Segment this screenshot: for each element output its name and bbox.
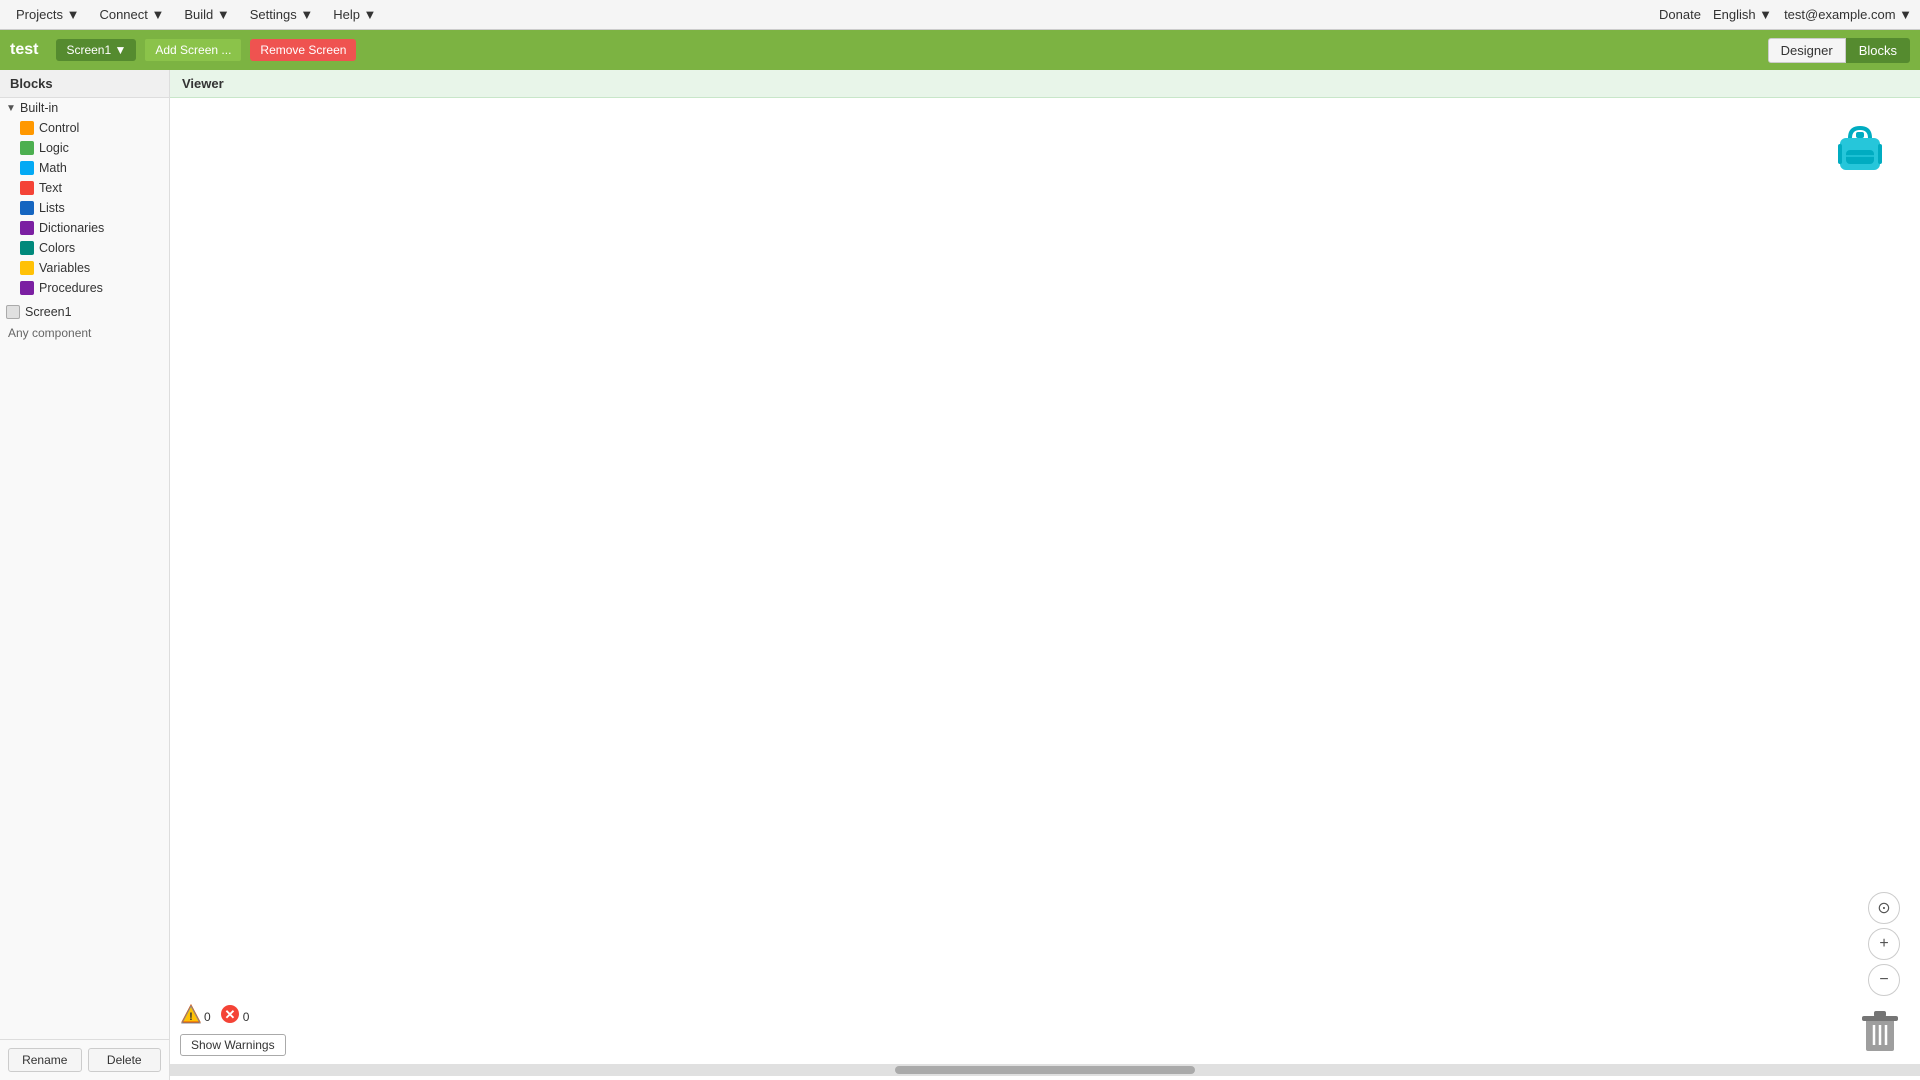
view-toggle: Designer Blocks [1768,38,1910,63]
viewer-area: Viewer [170,70,1920,1080]
zoom-in-button[interactable]: + [1868,928,1900,960]
svg-text:✕: ✕ [224,1007,235,1022]
warning-triangle-icon: ! [180,1003,202,1030]
scrollbar-thumb[interactable] [895,1066,1195,1074]
math-icon [20,161,34,175]
control-label: Control [39,121,79,135]
variables-icon [20,261,34,275]
lists-label: Lists [39,201,65,215]
sidebar-item-screen1[interactable]: Screen1 [0,302,169,322]
math-label: Math [39,161,67,175]
dictionaries-label: Dictionaries [39,221,104,235]
sidebar-item-procedures[interactable]: Procedures [0,278,169,298]
control-icon [20,121,34,135]
recenter-button[interactable]: ⊙ [1868,892,1900,924]
sidebar-item-lists[interactable]: Lists [0,198,169,218]
procedures-label: Procedures [39,281,103,295]
rename-button[interactable]: Rename [8,1048,82,1072]
sidebar-item-logic[interactable]: Logic [0,138,169,158]
title-bar: test Screen1 ▼ Add Screen ... Remove Scr… [0,30,1920,70]
show-warnings-button[interactable]: Show Warnings [180,1034,286,1056]
colors-icon [20,241,34,255]
main-layout: Blocks ▼ Built-in Control Logic Math Tex… [0,70,1920,1080]
error-circle-icon: ✕ [219,1003,241,1030]
text-icon [20,181,34,195]
lists-icon [20,201,34,215]
svg-text:!: ! [189,1011,193,1023]
trash-button[interactable] [1860,1008,1900,1056]
colors-label: Colors [39,241,75,255]
warning-count: 0 [204,1010,211,1024]
warning-bar: ! 0 ✕ 0 [180,1003,286,1056]
viewer-content: ⊙ + − [170,98,1920,1076]
text-label: Text [39,181,62,195]
error-item: ✕ 0 [219,1003,250,1030]
sidebar-item-math[interactable]: Math [0,158,169,178]
remove-screen-button[interactable]: Remove Screen [250,39,356,61]
help-menu[interactable]: Help ▼ [325,3,384,26]
sidebar-item-control[interactable]: Control [0,118,169,138]
built-in-group[interactable]: ▼ Built-in [0,98,169,118]
app-title: test [10,41,38,59]
settings-menu[interactable]: Settings ▼ [242,3,321,26]
sidebar-header: Blocks [0,70,169,98]
sidebar-item-dictionaries[interactable]: Dictionaries [0,218,169,238]
procedures-icon [20,281,34,295]
dictionaries-icon [20,221,34,235]
delete-button[interactable]: Delete [88,1048,162,1072]
sidebar-item-variables[interactable]: Variables [0,258,169,278]
logic-label: Logic [39,141,69,155]
screen1-icon [6,305,20,319]
sidebar-item-text[interactable]: Text [0,178,169,198]
variables-label: Variables [39,261,90,275]
horizontal-scrollbar[interactable] [170,1064,1920,1076]
add-screen-button[interactable]: Add Screen ... [144,38,242,62]
projects-menu[interactable]: Projects ▼ [8,3,87,26]
built-in-label: Built-in [20,101,58,115]
sidebar-item-colors[interactable]: Colors [0,238,169,258]
screen1-label: Screen1 [25,305,72,319]
warning-item: ! 0 [180,1003,211,1030]
screen-selector[interactable]: Screen1 ▼ [56,39,136,61]
connect-menu[interactable]: Connect ▼ [91,3,172,26]
backpack-icon [1830,118,1890,178]
error-count: 0 [243,1010,250,1024]
sidebar: Blocks ▼ Built-in Control Logic Math Tex… [0,70,170,1080]
any-component-label: Any component [0,322,169,344]
zoom-out-button[interactable]: − [1868,964,1900,996]
collapse-icon: ▼ [4,101,18,115]
menu-right: Donate English ▼ test@example.com ▼ [1659,7,1912,22]
warning-icons: ! 0 ✕ 0 [180,1003,249,1030]
donate-link[interactable]: Donate [1659,7,1701,22]
logic-icon [20,141,34,155]
blocks-button[interactable]: Blocks [1846,38,1910,63]
account-menu[interactable]: test@example.com ▼ [1784,7,1912,22]
language-menu[interactable]: English ▼ [1713,7,1772,22]
viewer-controls: ⊙ + − [1868,892,1900,996]
sidebar-footer: Rename Delete [0,1039,169,1080]
menu-bar: Projects ▼ Connect ▼ Build ▼ Settings ▼ … [0,0,1920,30]
designer-button[interactable]: Designer [1768,38,1846,63]
viewer-header: Viewer [170,70,1920,98]
build-menu[interactable]: Build ▼ [176,3,237,26]
